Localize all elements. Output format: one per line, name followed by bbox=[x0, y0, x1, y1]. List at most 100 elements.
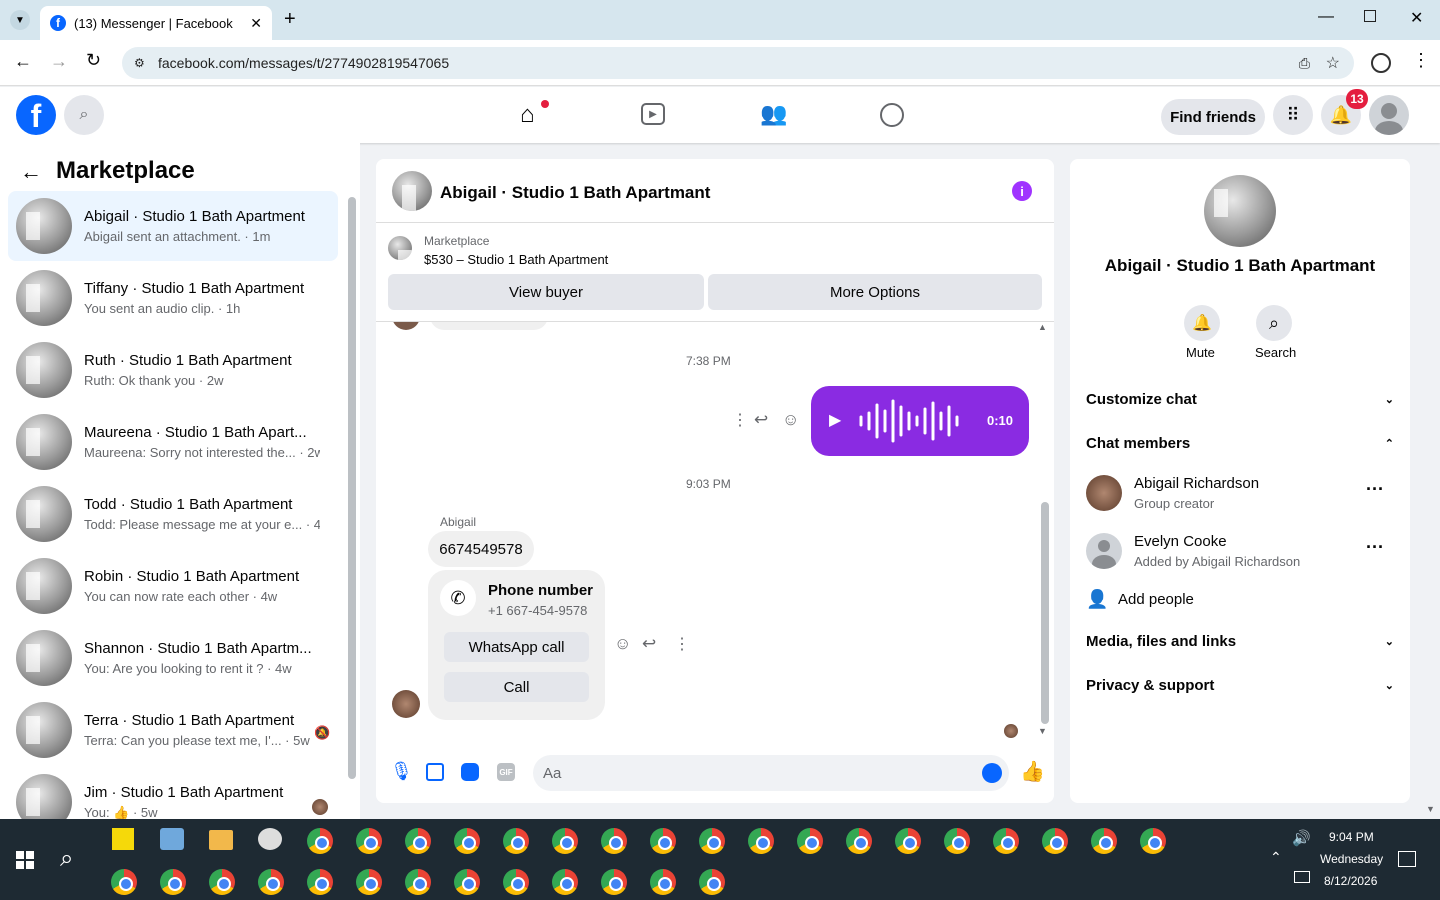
conversation-item[interactable]: Todd · Studio 1 Bath Apartment Todd: Plea… bbox=[8, 479, 338, 549]
url-field[interactable]: ⚙ facebook.com/messages/t/27749028195470… bbox=[122, 47, 1354, 79]
view-buyer-button[interactable]: View buyer bbox=[388, 274, 704, 310]
member-row[interactable]: Evelyn Cooke Added by Abigail Richardson… bbox=[1086, 533, 1394, 569]
whatsapp-call-button[interactable]: WhatsApp call bbox=[444, 632, 589, 662]
info-icon[interactable]: i bbox=[1012, 181, 1032, 201]
audio-message[interactable]: ▶ 0:10 bbox=[811, 386, 1029, 456]
tab-list-icon[interactable]: ▼ bbox=[10, 10, 30, 30]
sticky-notes-icon[interactable] bbox=[112, 828, 134, 850]
chrome-window-icon[interactable] bbox=[797, 828, 823, 854]
notification-center-icon[interactable] bbox=[1398, 851, 1416, 867]
chrome-window-icon[interactable] bbox=[1091, 828, 1117, 854]
conversation-item[interactable]: Tiffany · Studio 1 Bath Apartment You sen… bbox=[8, 263, 338, 333]
media-files-row[interactable]: Media, files and links ⌄ bbox=[1086, 633, 1394, 650]
reply-icon[interactable]: ↩ bbox=[754, 410, 768, 430]
back-arrow-icon[interactable]: ← bbox=[20, 159, 42, 185]
groups-icon[interactable] bbox=[880, 103, 904, 127]
chrome-window-icon[interactable] bbox=[1042, 828, 1068, 854]
chrome-window-icon[interactable] bbox=[209, 869, 235, 895]
more-actions-icon[interactable]: ⋮ bbox=[674, 634, 690, 654]
left-scrollbar[interactable] bbox=[348, 197, 356, 779]
start-windows-icon[interactable] bbox=[16, 851, 34, 869]
play-icon[interactable]: ▶ bbox=[829, 410, 841, 430]
install-app-icon[interactable]: ⎙ bbox=[1299, 55, 1310, 72]
chrome-window-icon[interactable] bbox=[650, 828, 676, 854]
chrome-window-icon[interactable] bbox=[601, 828, 627, 854]
browser-menu-icon[interactable]: ⋮ bbox=[1412, 50, 1430, 71]
chat-avatar[interactable] bbox=[392, 171, 432, 211]
chrome-window-icon[interactable] bbox=[895, 828, 921, 854]
facebook-logo-icon[interactable]: f bbox=[16, 95, 56, 135]
paint-app-icon[interactable] bbox=[258, 828, 282, 850]
chrome-window-icon[interactable] bbox=[356, 869, 382, 895]
chrome-window-icon[interactable] bbox=[846, 828, 872, 854]
chrome-window-icon[interactable] bbox=[650, 869, 676, 895]
more-actions-icon[interactable]: ⋮ bbox=[732, 410, 748, 430]
volume-icon[interactable]: 🔊 bbox=[1292, 829, 1311, 847]
privacy-support-row[interactable]: Privacy & support ⌄ bbox=[1086, 677, 1394, 694]
forward-icon[interactable]: → bbox=[50, 51, 68, 72]
chrome-window-icon[interactable] bbox=[258, 869, 284, 895]
conversation-item[interactable]: Robin · Studio 1 Bath Apartment You can n… bbox=[8, 551, 338, 621]
conversation-item[interactable]: Maureena · Studio 1 Bath Apart... Maureen… bbox=[8, 407, 338, 477]
chrome-window-icon[interactable] bbox=[307, 828, 333, 854]
chrome-window-icon[interactable] bbox=[405, 869, 431, 895]
clock-date[interactable]: 8/12/2026 bbox=[1324, 874, 1377, 888]
maximize-icon[interactable] bbox=[1364, 10, 1376, 22]
more-options-icon[interactable]: ··· bbox=[1366, 479, 1384, 500]
bookmark-star-icon[interactable]: ☆ bbox=[1326, 53, 1340, 73]
taskbar-search-icon[interactable]: ⌕ bbox=[60, 845, 73, 873]
file-explorer-icon[interactable] bbox=[209, 830, 233, 850]
friends-icon[interactable]: 👥 bbox=[760, 101, 787, 127]
conversation-item[interactable]: Shannon · Studio 1 Bath Apartm... You: Ar… bbox=[8, 623, 338, 693]
account-avatar[interactable] bbox=[1369, 95, 1409, 135]
reply-icon[interactable]: ↩ bbox=[642, 634, 656, 654]
mic-icon[interactable]: 🎙 bbox=[390, 761, 413, 782]
member-row[interactable]: Abigail Richardson Group creator ··· bbox=[1086, 475, 1394, 511]
chat-title[interactable]: Abigail · Studio 1 Bath Apartmant bbox=[440, 183, 710, 203]
scroll-up-icon[interactable]: ▲ bbox=[1038, 322, 1047, 332]
chrome-window-icon[interactable] bbox=[1140, 828, 1166, 854]
close-window-icon[interactable]: ✕ bbox=[1410, 8, 1423, 28]
network-icon[interactable] bbox=[1294, 871, 1310, 883]
chrome-window-icon[interactable] bbox=[601, 869, 627, 895]
chrome-window-icon[interactable] bbox=[993, 828, 1019, 854]
message-bubble[interactable]: 6674549578 bbox=[428, 531, 534, 567]
sticker-icon[interactable] bbox=[461, 763, 479, 781]
emoji-icon[interactable] bbox=[982, 763, 1002, 783]
back-icon[interactable]: ← bbox=[14, 51, 32, 72]
clock-day[interactable]: Wednesday bbox=[1320, 852, 1383, 866]
search-icon[interactable]: ⌕ bbox=[64, 95, 104, 135]
chrome-window-icon[interactable] bbox=[503, 828, 529, 854]
browser-tab[interactable]: f (13) Messenger | Facebook ✕ bbox=[40, 6, 272, 40]
sender-avatar[interactable] bbox=[392, 690, 420, 718]
more-options-icon[interactable]: ··· bbox=[1366, 537, 1384, 558]
mute-bell-icon[interactable]: 🔔 bbox=[1184, 305, 1220, 341]
chrome-window-icon[interactable] bbox=[356, 828, 382, 854]
menu-grid-icon[interactable]: ⠿ bbox=[1273, 95, 1313, 135]
video-icon[interactable]: ▶ bbox=[641, 103, 665, 125]
chrome-window-icon[interactable] bbox=[552, 828, 578, 854]
chrome-window-icon[interactable] bbox=[944, 828, 970, 854]
chrome-window-icon[interactable] bbox=[699, 869, 725, 895]
chrome-window-icon[interactable] bbox=[111, 869, 137, 895]
clock-time[interactable]: 9:04 PM bbox=[1329, 830, 1374, 844]
call-button[interactable]: Call bbox=[444, 672, 589, 702]
chat-scrollbar[interactable] bbox=[1041, 502, 1049, 724]
message-input[interactable]: Aa bbox=[533, 755, 1009, 791]
chrome-window-icon[interactable] bbox=[307, 869, 333, 895]
more-options-button[interactable]: More Options bbox=[708, 274, 1042, 310]
chrome-window-icon[interactable] bbox=[405, 828, 431, 854]
conversation-item[interactable]: Abigail · Studio 1 Bath Apartment Abigail… bbox=[8, 191, 338, 261]
chrome-window-icon[interactable] bbox=[454, 869, 480, 895]
chrome-window-icon[interactable] bbox=[699, 828, 725, 854]
scroll-down-icon[interactable]: ▼ bbox=[1038, 726, 1047, 736]
conversation-item[interactable]: Terra · Studio 1 Bath Apartment Terra: Ca… bbox=[8, 695, 338, 765]
like-icon[interactable]: 👍 bbox=[1020, 759, 1045, 784]
conversation-item[interactable]: Ruth · Studio 1 Bath Apartment Ruth: Ok t… bbox=[8, 335, 338, 405]
site-info-icon[interactable]: ⚙ bbox=[134, 56, 145, 70]
react-icon[interactable]: ☺ bbox=[782, 410, 799, 430]
chrome-window-icon[interactable] bbox=[748, 828, 774, 854]
find-friends-button[interactable]: Find friends bbox=[1161, 99, 1265, 135]
close-tab-icon[interactable]: ✕ bbox=[250, 15, 262, 32]
chrome-window-icon[interactable] bbox=[552, 869, 578, 895]
